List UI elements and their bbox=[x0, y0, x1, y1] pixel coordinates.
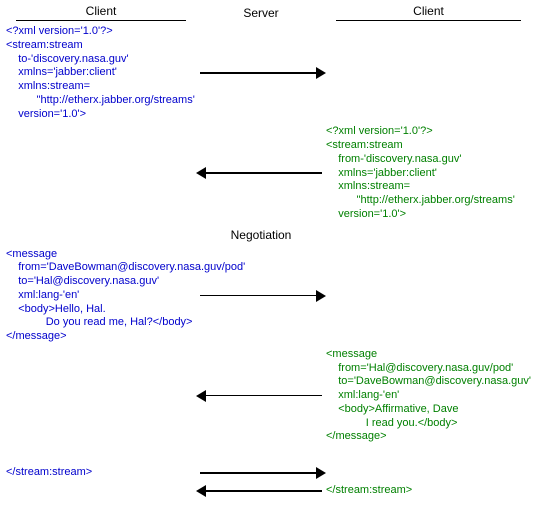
xml-client-open: <?xml version='1.0'?> <stream:stream to-… bbox=[6, 25, 196, 121]
xml-server-message: <message from='Hal@discovery.nasa.guv/po… bbox=[326, 348, 531, 444]
row-client-message: <message from='DaveBowman@discovery.nasa… bbox=[6, 248, 531, 344]
header-client-left-label: Client bbox=[86, 4, 117, 18]
xml-client-close: </stream:stream> bbox=[6, 466, 196, 480]
header-client-right: Client bbox=[326, 4, 531, 21]
header-rule-left bbox=[16, 20, 186, 21]
arrow-right-icon bbox=[196, 66, 326, 80]
sequence-diagram: Client Server Client <?xml version='1.0'… bbox=[6, 4, 531, 498]
row-client-open: <?xml version='1.0'?> <stream:stream to-… bbox=[6, 25, 531, 121]
row-server-message: <message from='Hal@discovery.nasa.guv/po… bbox=[6, 348, 531, 444]
header-rule-right bbox=[336, 20, 521, 21]
xml-server-close: </stream:stream> bbox=[326, 484, 531, 498]
header-row: Client Server Client bbox=[6, 4, 531, 21]
row-client-close: </stream:stream> bbox=[6, 466, 531, 480]
arrow-right-icon bbox=[196, 289, 326, 303]
xml-client-message: <message from='DaveBowman@discovery.nasa… bbox=[6, 248, 196, 344]
header-client-right-label: Client bbox=[413, 4, 444, 18]
row-server-open: <?xml version='1.0'?> <stream:stream fro… bbox=[6, 125, 531, 221]
header-server: Server bbox=[196, 5, 326, 20]
arrow-right-icon bbox=[196, 466, 326, 480]
row-server-close: </stream:stream> bbox=[6, 484, 531, 498]
arrow-left-icon bbox=[196, 166, 326, 180]
xml-server-open: <?xml version='1.0'?> <stream:stream fro… bbox=[326, 125, 531, 221]
header-client-left: Client bbox=[6, 4, 196, 21]
arrow-left-icon bbox=[196, 389, 326, 403]
negotiation-label: Negotiation bbox=[196, 226, 326, 244]
row-negotiation: Negotiation bbox=[6, 226, 531, 244]
arrow-left-icon bbox=[196, 484, 326, 498]
header-server-label: Server bbox=[196, 5, 326, 20]
